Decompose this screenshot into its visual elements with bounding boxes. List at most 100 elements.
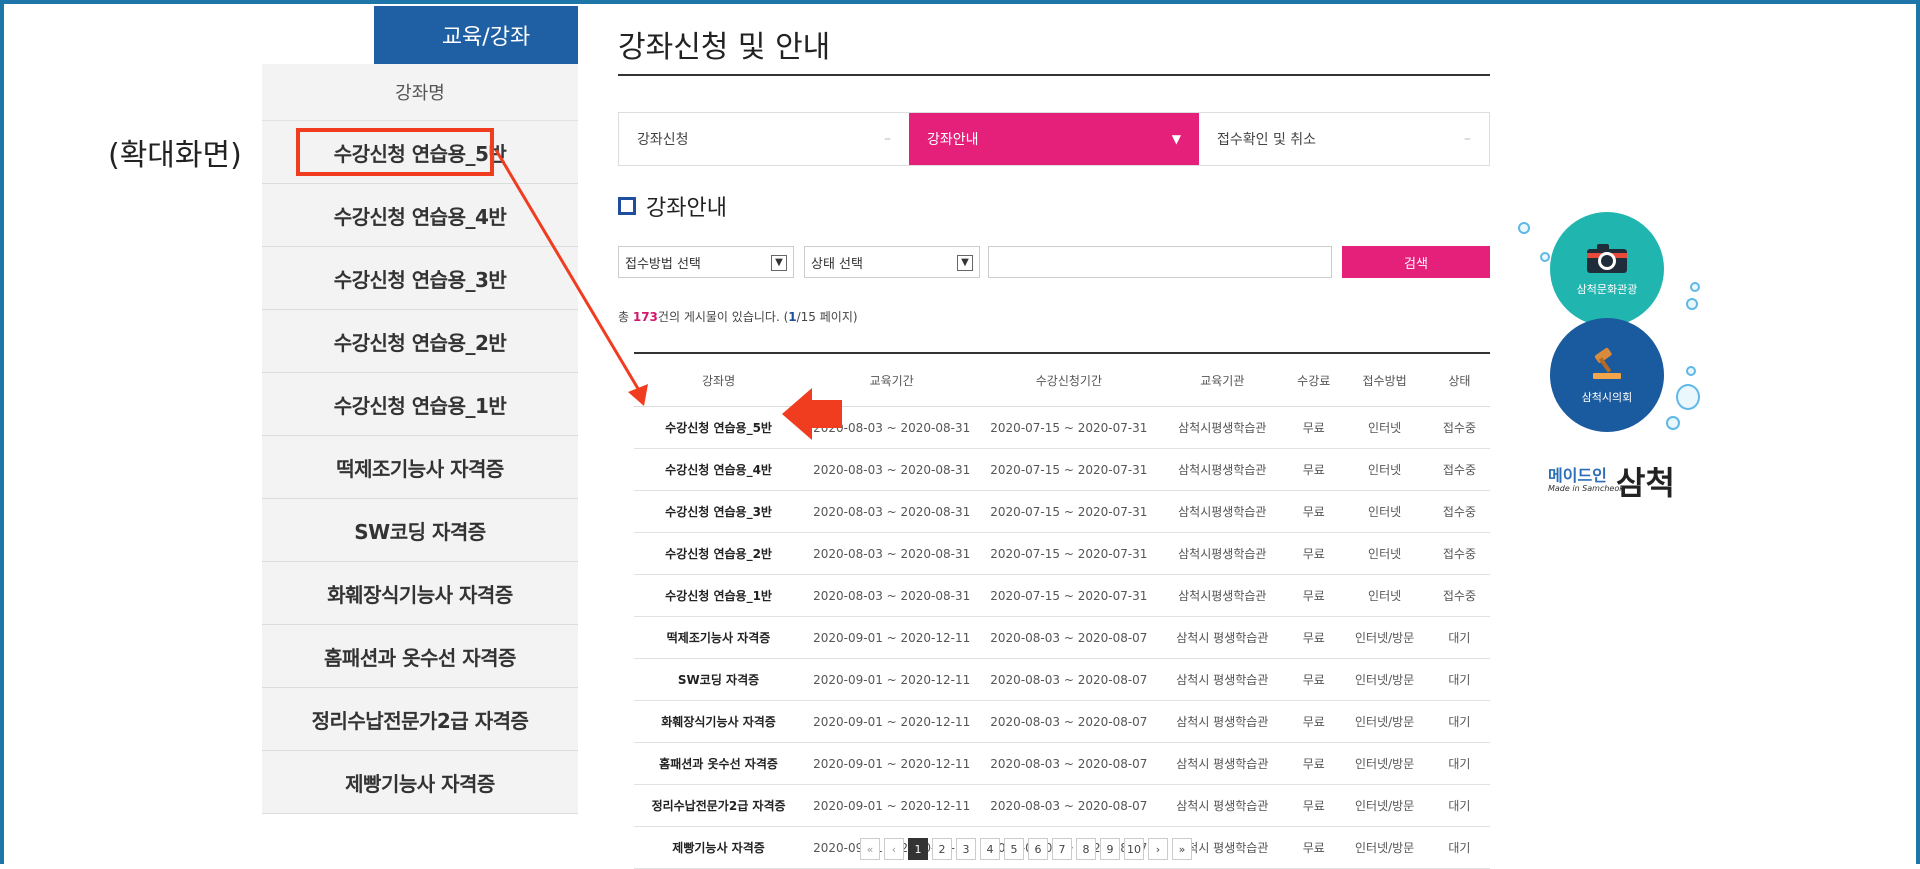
table-cell: 2020-09-01 ~ 2020-12-11	[803, 784, 981, 827]
highlight-box-annotation	[296, 128, 494, 176]
table-cell: 2020-07-15 ~ 2020-07-31	[980, 406, 1158, 449]
tab-confirm-cancel[interactable]: 접수확인 및 취소 –	[1199, 113, 1489, 165]
search-button[interactable]: 검색	[1342, 246, 1490, 278]
menu-title: 강좌명	[262, 64, 578, 121]
page-button[interactable]: 1	[908, 838, 928, 860]
bubble-decoration	[1690, 282, 1700, 292]
bubble-decoration	[1686, 298, 1698, 310]
page-button[interactable]: 6	[1028, 838, 1048, 860]
tab-label: 강좌안내	[927, 132, 979, 148]
table-cell: 삼척시 평생학습관	[1157, 658, 1288, 701]
table-cell: 인터넷/방문	[1340, 784, 1429, 827]
table-row[interactable]: 화훼장식기능사 자격증 2020-09-01 ~ 2020-12-11 2020-0…	[634, 700, 1490, 743]
course-name-cell[interactable]: 수강신청 연습용_3반	[634, 490, 804, 533]
city-council-link[interactable]: 삼척시의회	[1550, 318, 1664, 432]
table-cell: 인터넷/방문	[1340, 616, 1429, 659]
menu-item-course[interactable]: 수강신청 연습용_3반	[262, 247, 578, 310]
table-cell: 2020-09-01 ~ 2020-12-11	[803, 658, 981, 701]
made-in-samcheok-logo[interactable]: 메이드인 Made in Samcheok 삼척	[1548, 456, 1678, 512]
next-page-button[interactable]: ›	[1148, 838, 1168, 860]
table-cell: 2020-07-15 ~ 2020-07-31	[980, 574, 1158, 617]
table-row[interactable]: 수강신청 연습용_3반 2020-08-03 ~ 2020-08-31 2020-0…	[634, 490, 1490, 533]
course-name-cell[interactable]: 화훼장식기능사 자격증	[634, 700, 804, 743]
table-row[interactable]: 떡제조기능사 자격증 2020-09-01 ~ 2020-12-11 2020-08…	[634, 616, 1490, 659]
first-page-button[interactable]: «	[860, 838, 880, 860]
table-cell: 삼척시평생학습관	[1157, 448, 1288, 491]
culture-tourism-link[interactable]: 삼척문화관광	[1550, 212, 1664, 326]
menu-item-course[interactable]: 수강신청 연습용_2반	[262, 310, 578, 373]
table-row[interactable]: 수강신청 연습용_5반 2020-08-03 ~ 2020-08-31 2020-0…	[634, 406, 1490, 449]
page-button[interactable]: 2	[932, 838, 952, 860]
method-select[interactable]: 접수방법 선택 ▼	[618, 246, 794, 278]
table-cell: 대기	[1428, 742, 1490, 785]
menu-item-course[interactable]: 제빵기능사 자격증	[262, 751, 578, 814]
course-name-cell[interactable]: 수강신청 연습용_4반	[634, 448, 804, 491]
page-button[interactable]: 9	[1100, 838, 1120, 860]
table-cell: 인터넷/방문	[1340, 826, 1429, 869]
tab-label: 접수확인 및 취소	[1217, 132, 1317, 148]
table-cell: 무료	[1287, 574, 1341, 617]
page-button[interactable]: 4	[980, 838, 1000, 860]
table-cell: 무료	[1287, 826, 1341, 869]
table-cell: 접수중	[1428, 532, 1490, 575]
page-button[interactable]: 8	[1076, 838, 1096, 860]
tab-course-info[interactable]: 강좌안내 ▼	[909, 113, 1199, 165]
course-name-cell[interactable]: 수강신청 연습용_2반	[634, 532, 804, 575]
section-title-text: 강좌안내	[646, 196, 727, 221]
course-name-cell[interactable]: 홈패션과 옷수선 자격증	[634, 742, 804, 785]
menu-item-course[interactable]: 홈패션과 옷수선 자격증	[262, 625, 578, 688]
table-row[interactable]: 홈패션과 옷수선 자격증 2020-09-01 ~ 2020-12-11 2020-…	[634, 742, 1490, 785]
select-arrow-icon: ▼	[957, 255, 973, 271]
page-button[interactable]: 7	[1052, 838, 1072, 860]
status-select[interactable]: 상태 선택 ▼	[804, 246, 980, 278]
tab-apply[interactable]: 강좌신청 –	[619, 113, 909, 165]
table-cell: 접수중	[1428, 574, 1490, 617]
last-page-button[interactable]: »	[1172, 838, 1192, 860]
course-name-cell[interactable]: 정리수납전문가2급 자격증	[634, 784, 804, 827]
table-cell: 2020-08-03 ~ 2020-08-31	[803, 490, 981, 533]
col-header: 수강신청기간	[980, 352, 1158, 407]
section-title: 강좌안내	[618, 190, 727, 222]
course-menu: 강좌명 수강신청 연습용_5반 수강신청 연습용_4반 수강신청 연습용_3반 …	[262, 64, 578, 814]
bubble-decoration	[1676, 384, 1700, 410]
status-select-value: 상태 선택	[811, 256, 863, 272]
table-cell: 인터넷	[1340, 532, 1429, 575]
menu-item-course[interactable]: 떡제조기능사 자격증	[262, 436, 578, 499]
course-name-cell[interactable]: 제빵기능사 자격증	[634, 826, 804, 869]
table-cell: 2020-07-15 ~ 2020-07-31	[980, 532, 1158, 575]
table-row[interactable]: 수강신청 연습용_1반 2020-08-03 ~ 2020-08-31 2020-0…	[634, 574, 1490, 617]
course-name-cell[interactable]: 수강신청 연습용_1반	[634, 574, 804, 617]
summary-current-page: 1	[788, 310, 797, 324]
page-button[interactable]: 10	[1124, 838, 1144, 860]
title-divider	[618, 74, 1490, 76]
culture-label: 삼척문화관광	[1576, 283, 1638, 296]
search-input[interactable]	[988, 246, 1332, 278]
table-cell: 2020-08-03 ~ 2020-08-31	[803, 448, 981, 491]
table-row[interactable]: 수강신청 연습용_4반 2020-08-03 ~ 2020-08-31 2020-0…	[634, 448, 1490, 491]
course-name-cell[interactable]: 수강신청 연습용_5반	[634, 406, 804, 449]
course-name-cell[interactable]: 떡제조기능사 자격증	[634, 616, 804, 659]
table-cell: 2020-07-15 ~ 2020-07-31	[980, 490, 1158, 533]
table-cell: 2020-08-03 ~ 2020-08-07	[980, 742, 1158, 785]
table-cell: 접수중	[1428, 490, 1490, 533]
menu-item-course[interactable]: 정리수납전문가2급 자격증	[262, 688, 578, 751]
course-name-cell[interactable]: SW코딩 자격증	[634, 658, 804, 701]
page-button[interactable]: 3	[956, 838, 976, 860]
table-row[interactable]: 정리수납전문가2급 자격증 2020-09-01 ~ 2020-12-11 2020…	[634, 784, 1490, 827]
menu-header-label: 교육/강좌	[441, 25, 531, 50]
table-body: 수강신청 연습용_5반 2020-08-03 ~ 2020-08-31 2020-0…	[634, 406, 1490, 869]
table-row[interactable]: SW코딩 자격증 2020-09-01 ~ 2020-12-11 2020-08-0…	[634, 658, 1490, 701]
tab-label: 강좌신청	[637, 132, 689, 148]
table-cell: 2020-08-03 ~ 2020-08-07	[980, 658, 1158, 701]
page-button[interactable]: 5	[1004, 838, 1024, 860]
menu-item-course[interactable]: 수강신청 연습용_1반	[262, 373, 578, 436]
bubble-decoration	[1666, 416, 1680, 430]
table-row[interactable]: 수강신청 연습용_2반 2020-08-03 ~ 2020-08-31 2020-0…	[634, 532, 1490, 575]
menu-item-course[interactable]: 수강신청 연습용_4반	[262, 184, 578, 247]
table-cell: 무료	[1287, 784, 1341, 827]
menu-item-course[interactable]: SW코딩 자격증	[262, 499, 578, 562]
course-table: 강좌명 교육기간 수강신청기간 교육기관 수강료 접수방법 상태 수강신청 연습…	[634, 352, 1490, 869]
menu-item-course[interactable]: 화훼장식기능사 자격증	[262, 562, 578, 625]
search-bar: 접수방법 선택 ▼ 상태 선택 ▼ 검색	[618, 246, 1490, 280]
prev-page-button[interactable]: ‹	[884, 838, 904, 860]
